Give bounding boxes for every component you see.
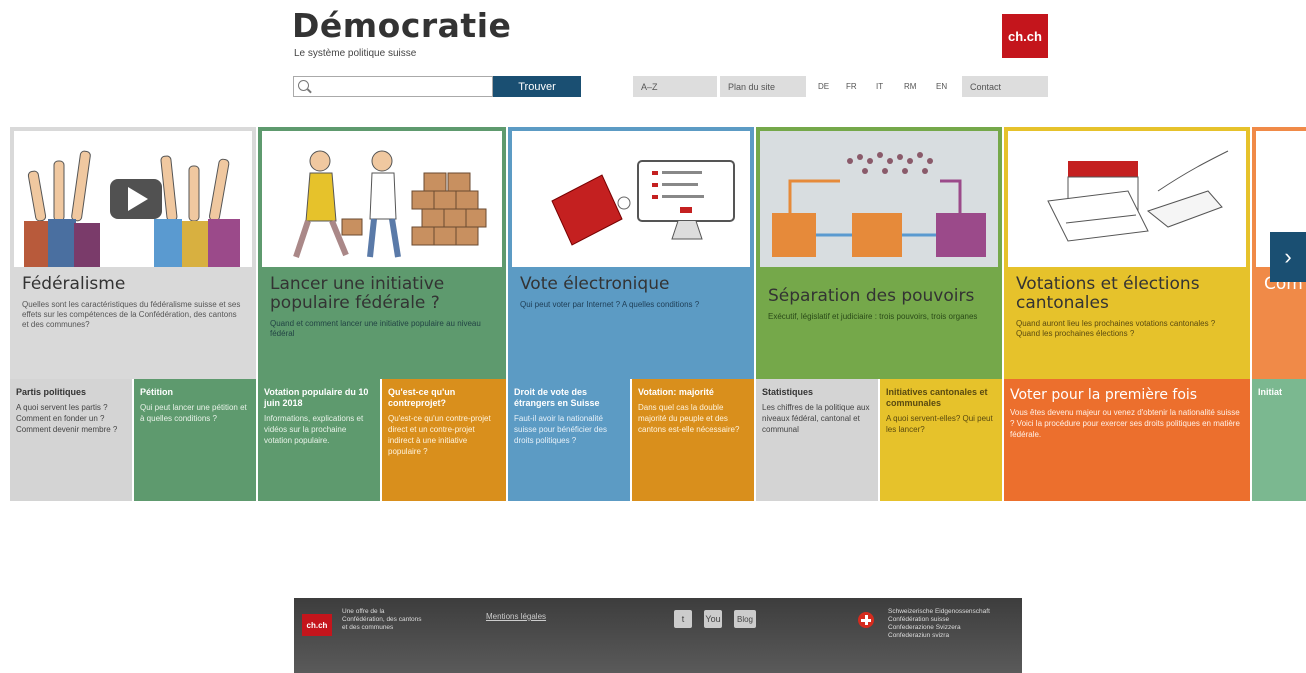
slide-text: Quand auront lieu les prochaines votatio… bbox=[1016, 319, 1216, 338]
tile-title: Partis politiques bbox=[16, 387, 87, 397]
tile-majorite[interactable]: Votation: majorité Dans quel cas la doub… bbox=[632, 379, 754, 501]
tile-title: Initiat bbox=[1258, 387, 1282, 397]
tile-title: Votation populaire du 10 juin 2018 bbox=[264, 387, 369, 408]
tile-premiere-fois[interactable]: Voter pour la première fois Vous êtes de… bbox=[1004, 379, 1250, 501]
site-title[interactable]: Démocratie bbox=[292, 6, 511, 45]
slide-initiative[interactable]: Lancer une initiative populaire fédérale… bbox=[258, 127, 506, 379]
tile-text: Les chiffres de la politique aux niveaux… bbox=[762, 403, 870, 434]
slide-text: Quand et comment lancer une initiative p… bbox=[270, 319, 481, 338]
confederation-names: Schweizerische Eidgenossenschaft Confédé… bbox=[888, 608, 1028, 640]
topic-slider: Fédéralisme Quelles sont les caractérist… bbox=[0, 127, 1306, 502]
search-input[interactable] bbox=[293, 76, 493, 97]
tile-statistiques[interactable]: Statistiques Les chiffres de la politiqu… bbox=[756, 379, 878, 501]
slide-federalisme[interactable]: Fédéralisme Quelles sont les caractérist… bbox=[10, 127, 256, 379]
slide-title: Vote électronique bbox=[520, 274, 670, 294]
az-button[interactable]: A–Z bbox=[633, 76, 717, 97]
slide-title: Fédéralisme bbox=[22, 274, 126, 294]
tile-text: A quoi servent les partis ? Comment en f… bbox=[16, 403, 118, 434]
slide-separation-pouvoirs[interactable]: Séparation des pouvoirs Exécutif, législ… bbox=[756, 127, 1002, 379]
footer-offer-text: Une offre de la Confédération, des canto… bbox=[342, 608, 422, 631]
footer: ch.ch Une offre de la Confédération, des… bbox=[294, 598, 1022, 673]
slide-votations-cantonales[interactable]: Votations et élections cantonales Quand … bbox=[1004, 127, 1250, 379]
footer-logo[interactable]: ch.ch bbox=[302, 614, 332, 636]
slide-text: Quelles sont les caractéristiques du féd… bbox=[22, 300, 241, 329]
tile-title: Pétition bbox=[140, 387, 173, 397]
tile-title: Initiatives cantonales et communales bbox=[886, 387, 988, 408]
youtube-icon[interactable]: You bbox=[704, 610, 722, 628]
tile-partis[interactable]: Partis politiques A quoi servent les par… bbox=[10, 379, 132, 501]
legal-link[interactable]: Mentions légales bbox=[486, 612, 546, 621]
tile-text: Informations, explications et vidéos sur… bbox=[264, 414, 364, 445]
slide-image bbox=[760, 131, 998, 267]
sitemap-button[interactable]: Plan du site bbox=[720, 76, 806, 97]
slide-image bbox=[512, 131, 750, 267]
slide-text: Exécutif, législatif et judiciaire : tro… bbox=[768, 312, 978, 321]
slide-image bbox=[14, 131, 252, 267]
swiss-cross-icon bbox=[858, 612, 874, 628]
confed-fr: Confédération suisse bbox=[888, 616, 950, 623]
twitter-icon[interactable]: t bbox=[674, 610, 692, 628]
tile-votation-populaire[interactable]: Votation populaire du 10 juin 2018 Infor… bbox=[258, 379, 380, 501]
tile-title: Qu'est-ce qu'un contreprojet? bbox=[388, 387, 456, 408]
confed-de: Schweizerische Eidgenossenschaft bbox=[888, 608, 990, 615]
lang-de[interactable]: DE bbox=[818, 76, 829, 97]
tile-text: A quoi servent-elles? Qui peut les lance… bbox=[886, 414, 993, 434]
tile-initiatives-cantonales[interactable]: Initiatives cantonales et communales A q… bbox=[880, 379, 1002, 501]
slide-text: Qui peut voter par Internet ? A quelles … bbox=[520, 300, 700, 309]
slide-title: Lancer une initiative populaire fédérale… bbox=[270, 274, 445, 313]
confed-rm: Confederaziun svizra bbox=[888, 632, 950, 639]
tile-title: Statistiques bbox=[762, 387, 814, 397]
tile-title: Droit de vote des étrangers en Suisse bbox=[514, 387, 600, 408]
confed-it: Confederazione Svizzera bbox=[888, 624, 961, 631]
tile-petition[interactable]: Pétition Qui peut lancer une pétition et… bbox=[134, 379, 256, 501]
slide-image bbox=[262, 131, 502, 267]
tile-text: Faut-il avoir la nationalité suisse pour… bbox=[514, 414, 607, 445]
tile-text: Qui peut lancer une pétition et à quelle… bbox=[140, 403, 247, 423]
tile-title: Voter pour la première fois bbox=[1010, 387, 1198, 403]
lang-fr[interactable]: FR bbox=[846, 76, 857, 97]
slide-vote-electronique[interactable]: Vote électronique Qui peut voter par Int… bbox=[508, 127, 754, 379]
blog-link[interactable]: Blog bbox=[734, 610, 756, 628]
contact-button[interactable]: Contact bbox=[962, 76, 1048, 97]
search-button[interactable]: Trouver bbox=[493, 76, 581, 97]
next-arrow-button[interactable]: › bbox=[1270, 232, 1306, 282]
tile-text: Qu'est-ce qu'un contre-projet direct et … bbox=[388, 414, 491, 456]
slide-title: Séparation des pouvoirs bbox=[768, 286, 975, 306]
tile-text: Dans quel cas la double majorité du peup… bbox=[638, 403, 740, 434]
slide-image bbox=[1008, 131, 1246, 267]
site-subtitle: Le système politique suisse bbox=[294, 48, 417, 59]
lang-rm[interactable]: RM bbox=[904, 76, 916, 97]
search-icon bbox=[298, 80, 309, 91]
page: Démocratie Le système politique suisse c… bbox=[0, 0, 1306, 673]
slide-title: Votations et élections cantonales bbox=[1016, 274, 1200, 313]
tile-droit-vote-etrangers[interactable]: Droit de vote des étrangers en Suisse Fa… bbox=[508, 379, 630, 501]
tile-contreprojet[interactable]: Qu'est-ce qu'un contreprojet? Qu'est-ce … bbox=[382, 379, 506, 501]
lang-en[interactable]: EN bbox=[936, 76, 947, 97]
lang-it[interactable]: IT bbox=[876, 76, 883, 97]
tile-partial[interactable]: Initiat bbox=[1252, 379, 1306, 501]
chch-logo[interactable]: ch.ch bbox=[1002, 14, 1048, 58]
tile-text: Vous êtes devenu majeur ou venez d'obten… bbox=[1010, 408, 1240, 439]
tile-title: Votation: majorité bbox=[638, 387, 714, 397]
